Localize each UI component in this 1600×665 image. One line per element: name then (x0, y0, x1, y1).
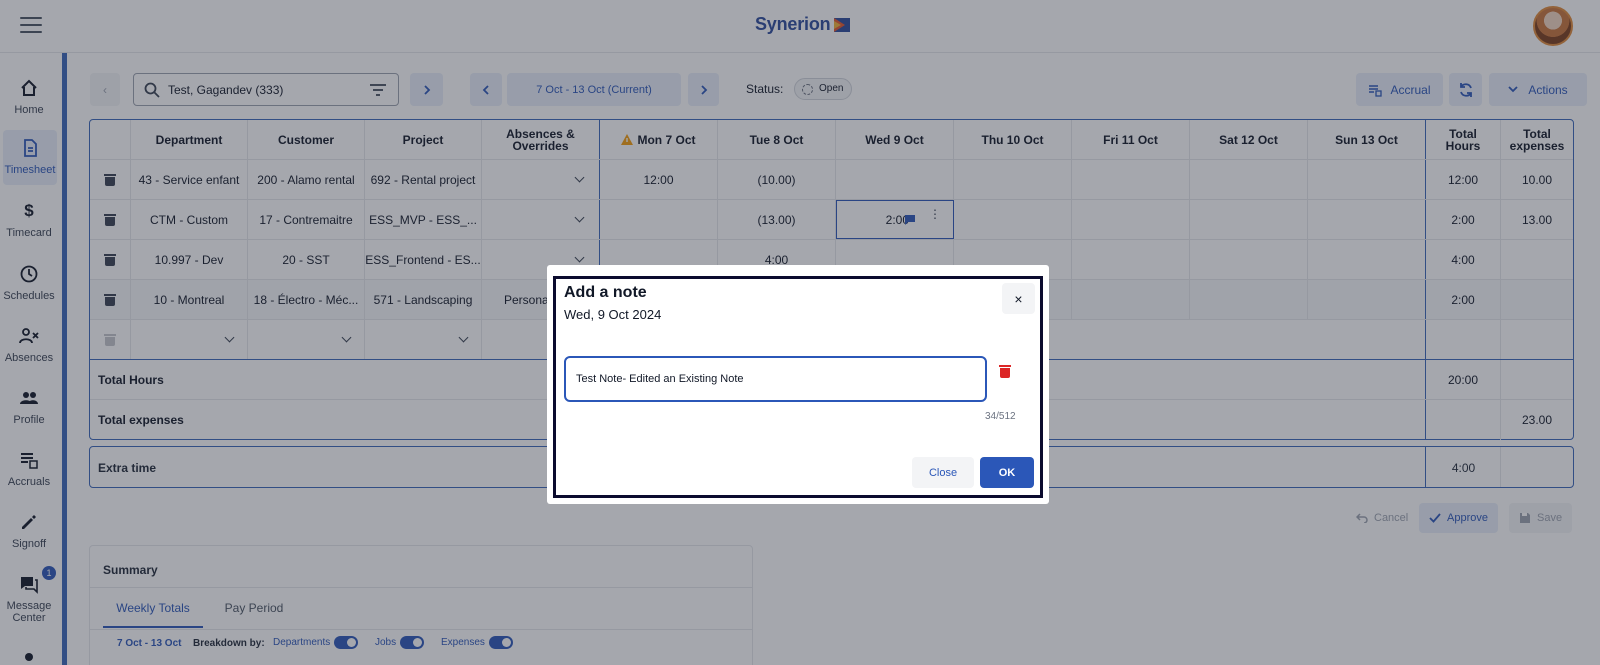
character-counter: 34/512 (985, 411, 1016, 422)
add-note-dialog: Add a note Wed, 9 Oct 2024 × 34/512 Clos… (553, 276, 1043, 498)
close-button[interactable]: Close (912, 457, 974, 488)
note-input[interactable] (564, 356, 987, 402)
delete-note-icon[interactable] (999, 364, 1011, 378)
dialog-date: Wed, 9 Oct 2024 (564, 307, 662, 322)
ok-button[interactable]: OK (980, 457, 1034, 488)
close-icon[interactable]: × (1002, 283, 1035, 314)
dialog-title: Add a note (564, 284, 647, 301)
